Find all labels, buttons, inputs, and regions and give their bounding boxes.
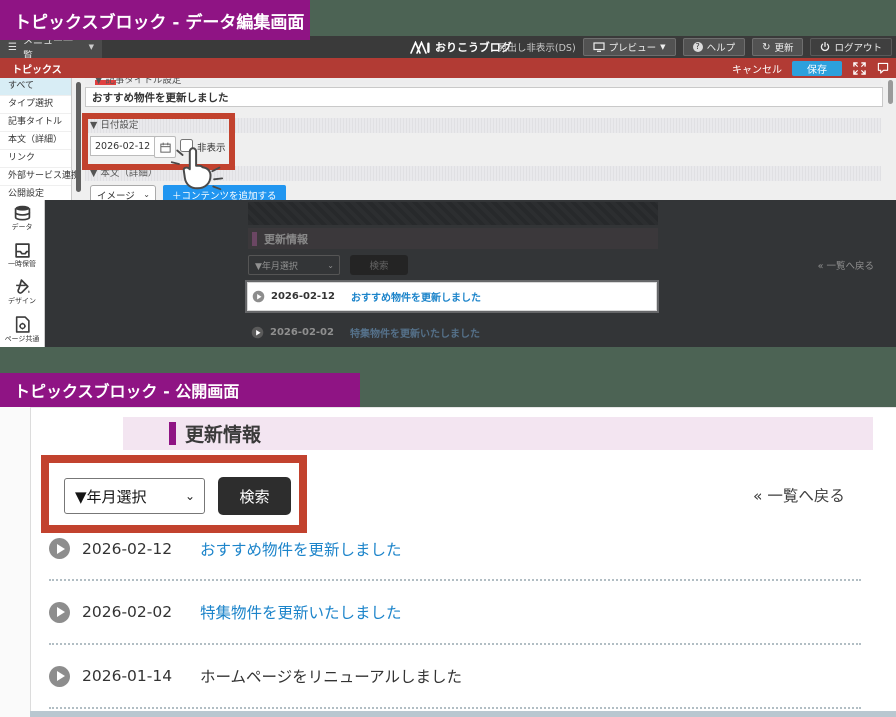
preview-row-dimmed[interactable]: 2026-02-02 特集物件を更新いたしました (247, 320, 657, 344)
preview-search-button[interactable]: 検索 (350, 255, 408, 275)
heading-accent-bar (252, 232, 257, 246)
content-scrollbar[interactable] (76, 82, 81, 192)
screenshot-canvas: ☰ メニュー一覧 ▼ おりこうブログ 見出し非表示(DS) (0, 0, 896, 717)
preview-row-link[interactable]: 特集物件を更新いたしました (350, 325, 480, 340)
news-row: 2026-02-02 特集物件を更新いたしました (49, 581, 861, 645)
edit-screen: ☰ メニュー一覧 ▼ おりこうブログ 見出し非表示(DS) (0, 36, 896, 347)
orikou-logo: おりこうブログ (410, 36, 512, 58)
right-scrollbar[interactable] (888, 80, 893, 104)
refresh-icon: ↻ (762, 42, 770, 53)
heading-hide-toggle[interactable]: 見出し非表示(DS) (498, 40, 576, 54)
edit-sidebar: すべて タイプ選択 記事タイトル 本文（詳細） リンク 外部サービス連携 公開設… (0, 78, 72, 200)
play-icon (49, 666, 70, 687)
tray-icon (14, 243, 31, 258)
refresh-label: 更新 (774, 40, 793, 54)
back-to-list-link[interactable]: « 一覧へ戻る (753, 484, 845, 506)
article-title-section-header[interactable]: ▼ 記事タイトル設定 (85, 78, 881, 85)
preview-label: プレビュー (609, 40, 657, 54)
orikou-logo-icon (410, 41, 430, 54)
power-icon (820, 42, 830, 52)
preview-row-date: 2026-02-02 (270, 327, 334, 338)
chevron-down-icon: ⌄ (327, 261, 334, 270)
news-date: 2026-02-12 (82, 540, 176, 558)
rail-label-design: デザイン (8, 296, 36, 306)
sidebar-item-external-service[interactable]: 外部サービス連携 (0, 168, 71, 186)
module-rail: データ 一時保管 デザイン (0, 200, 45, 347)
public-screen: 更新情報 ▼年月選択 ⌄ 検索 « 一覧へ戻る 2026-02-12 おすすめ物… (30, 407, 896, 717)
play-icon (252, 326, 264, 338)
paint-bucket-icon (14, 279, 31, 295)
block-title: トピックス (12, 58, 62, 78)
sidebar-item-body[interactable]: 本文（詳細） (0, 132, 71, 150)
preview-back-link[interactable]: « 一覧へ戻る (818, 258, 874, 272)
sidebar-item-link[interactable]: リンク (0, 150, 71, 168)
page-gear-icon (15, 316, 30, 333)
sidebar-item-type[interactable]: タイプ選択 (0, 96, 71, 114)
rail-item-temp-storage[interactable]: 一時保管 (0, 237, 44, 274)
preview-month-select-value: ▼年月選択 (255, 259, 298, 272)
preview-month-select[interactable]: ▼年月選択 ⌄ (248, 255, 340, 275)
toolbar-right-group: 見出し非表示(DS) プレビュー ▼ ? ヘルプ ↻ 更新 (498, 36, 892, 58)
news-date: 2026-02-02 (82, 603, 176, 621)
news-title-text: ホームページをリニューアルしました (200, 665, 462, 687)
play-icon (49, 602, 70, 623)
section-badge-edit: トピックスブロック - データ編集画面 (0, 0, 310, 40)
page-bottom-strip (30, 711, 896, 717)
chevron-down-icon: ⌄ (143, 190, 150, 199)
help-button[interactable]: ? ヘルプ (683, 38, 746, 56)
news-title-link[interactable]: 特集物件を更新いたしました (200, 601, 402, 623)
database-icon (14, 205, 31, 221)
logout-label: ログアウト (834, 40, 882, 54)
play-icon (49, 538, 70, 559)
caret-down-icon: ▼ (660, 43, 665, 51)
rail-item-design[interactable]: デザイン (0, 274, 44, 311)
news-date: 2026-01-14 (82, 667, 176, 685)
preview-row-highlighted[interactable]: 2026-02-12 おすすめ物件を更新しました (247, 282, 657, 311)
news-heading: 更新情報 (185, 420, 261, 447)
preview-image-band (248, 202, 658, 225)
rail-label-temp-storage: 一時保管 (8, 259, 36, 269)
help-label: ヘルプ (707, 40, 736, 54)
feedback-bubble-icon[interactable] (876, 61, 890, 75)
news-title-link[interactable]: おすすめ物件を更新しました (200, 538, 402, 560)
article-title-input[interactable] (85, 87, 883, 107)
refresh-button[interactable]: ↻ 更新 (752, 38, 803, 56)
play-icon (253, 291, 265, 303)
hand-cursor-icon (170, 146, 224, 200)
news-heading-banner: 更新情報 (123, 417, 873, 450)
action-bar: トピックス キャンセル 保存 (0, 58, 896, 78)
preview-row-link[interactable]: おすすめ物件を更新しました (351, 289, 481, 304)
preview-heading: 更新情報 (264, 231, 308, 247)
fullscreen-icon[interactable] (852, 61, 866, 75)
annotation-box-search (41, 455, 307, 533)
sidebar-item-all[interactable]: すべて (0, 78, 71, 96)
rail-item-data[interactable]: データ (0, 200, 44, 237)
preview-button[interactable]: プレビュー ▼ (583, 38, 676, 56)
news-row: 2026-01-14 ホームページをリニューアルしました (49, 645, 861, 709)
hamburger-icon: ☰ (8, 42, 17, 53)
cancel-button[interactable]: キャンセル (732, 61, 782, 76)
action-bar-right: キャンセル 保存 (732, 58, 890, 78)
help-icon: ? (693, 42, 703, 52)
sidebar-item-article-title[interactable]: 記事タイトル (0, 114, 71, 132)
rail-label-page-common: ページ共通 (5, 334, 40, 344)
page-left-margin (0, 407, 30, 717)
save-button[interactable]: 保存 (792, 61, 842, 76)
heading-accent-bar (169, 422, 176, 445)
monitor-icon (593, 42, 605, 52)
logout-button[interactable]: ログアウト (810, 38, 892, 56)
rail-label-data: データ (12, 222, 33, 232)
rail-item-page-common[interactable]: ページ共通 (0, 311, 44, 347)
caret-down-icon: ▼ (89, 43, 94, 51)
section-badge-public: トピックスブロック - 公開画面 (0, 373, 360, 407)
article-title-header-label: ▼ 記事タイトル設定 (90, 78, 881, 85)
preview-row-date: 2026-02-12 (271, 291, 335, 302)
preview-heading-banner: 更新情報 (248, 228, 658, 249)
dimmed-preview-panel: 更新情報 ▼年月選択 ⌄ 検索 « 一覧へ戻る 2026-02-12 おすすめ物… (45, 200, 896, 347)
